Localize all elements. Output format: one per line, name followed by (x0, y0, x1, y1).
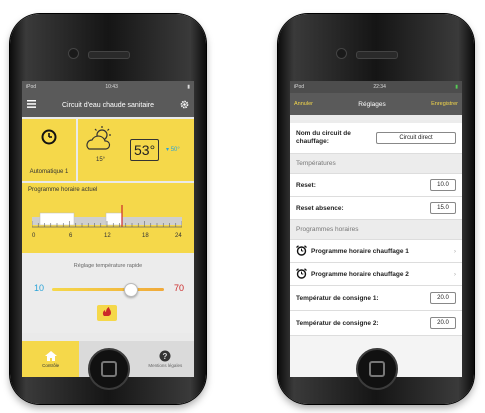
alarm-clock-icon (296, 244, 307, 258)
tick-label: 12 (104, 233, 111, 239)
battery-icon: ▮ (455, 84, 458, 90)
tab-label: Mentions légales (148, 363, 183, 368)
speaker (88, 51, 130, 59)
tab-legal[interactable]: ? Mentions légales (137, 341, 194, 377)
program-title: Programme horaire actuel (28, 187, 98, 193)
reset-row: Reset: 10.0 (290, 174, 462, 197)
rapid-title: Réglage température rapide (73, 263, 143, 269)
reset-label: Reset: (296, 181, 316, 189)
rapid-temperature-panel: Réglage température rapide 10 70 (22, 253, 194, 333)
program-panel[interactable]: Programme horaire actuel 0 6 12 18 24 (22, 183, 194, 253)
home-icon (44, 350, 58, 363)
temperatures-section: Températures (290, 154, 462, 174)
setpoint-2-label: Températur de consigne 2: (296, 319, 379, 327)
carrier-label: iPod (294, 84, 305, 90)
program-2-label: Programme horaire chauffage 2 (311, 270, 409, 278)
boost-button[interactable] (97, 305, 117, 321)
max-temperature: 70 (173, 283, 184, 293)
circuit-name-label: Nom du circuit de chauffage: (296, 130, 351, 145)
speaker (356, 51, 398, 59)
reset-field[interactable]: 10.0 (430, 179, 456, 191)
clock-label: 10:43 (105, 84, 118, 90)
clock-label: 22:34 (373, 84, 386, 90)
setpoint-2-row: Températur de consigne 2: 20.0 (290, 311, 462, 336)
reset-absence-label: Reset absence: (296, 204, 344, 212)
setpoint-1-field[interactable]: 20.0 (430, 292, 456, 304)
flame-icon (101, 304, 113, 322)
tick-label: 0 (32, 233, 36, 239)
circuit-name-field[interactable]: Circuit direct (376, 132, 456, 144)
status-bar: iPod 10:43 ▮ (22, 81, 194, 93)
camera (336, 48, 347, 59)
save-button[interactable]: Enregistrer (431, 101, 458, 107)
help-icon: ? (159, 350, 171, 363)
tick-label: 24 (175, 233, 182, 239)
sun-cloud-icon (84, 125, 118, 160)
tick-label: 6 (69, 233, 73, 239)
battery-icon: ▮ (187, 84, 190, 90)
setpoint-1-row: Températur de consigne 1: 20.0 (290, 286, 462, 311)
mode-label: Automatique 1 (29, 169, 69, 175)
reset-absence-row: Reset absence: 15.0 (290, 197, 462, 220)
gear-icon[interactable] (180, 100, 189, 111)
page-title: Circuit d'eau chaude sanitaire (61, 101, 154, 109)
status-bar: iPod 22:34 ▮ (290, 81, 462, 93)
outside-temperature: 15° (96, 157, 106, 163)
setpoint-temperature: ▾ 50° (166, 147, 180, 153)
screen-settings: iPod 22:34 ▮ Annuler Réglages Enregistre… (290, 81, 462, 377)
phone-left: iPod 10:43 ▮ Circuit d'eau chaude sanita… (10, 14, 206, 404)
min-temperature: 10 (34, 283, 45, 293)
setpoint-value: 50° (170, 147, 180, 153)
home-button[interactable] (88, 348, 130, 390)
phone-right: iPod 22:34 ▮ Annuler Réglages Enregistre… (278, 14, 474, 404)
program-timeline: 0 6 12 18 24 (32, 205, 182, 239)
carrier-label: iPod (26, 84, 37, 90)
screen-dhw: iPod 10:43 ▮ Circuit d'eau chaude sanita… (22, 81, 194, 377)
alarm-clock-icon (296, 267, 307, 281)
menu-icon[interactable] (27, 100, 36, 110)
app-header: Circuit d'eau chaude sanitaire (22, 93, 194, 117)
program-1-label: Programme horaire chauffage 1 (311, 247, 409, 255)
tick-label: 18 (142, 233, 149, 239)
slider-knob[interactable] (124, 283, 139, 297)
clock-icon (41, 129, 57, 150)
page-title: Réglages (358, 100, 386, 108)
program-2-row[interactable]: Programme horaire chauffage 2 › (290, 263, 462, 286)
temperature-slider[interactable] (52, 288, 164, 291)
setpoint-2-field[interactable]: 20.0 (430, 317, 456, 329)
nav-bar: Annuler Réglages Enregistrer (290, 93, 462, 115)
circuit-name-row: Nom du circuit de chauffage: Circuit dir… (290, 123, 462, 154)
svg-text:?: ? (163, 352, 168, 361)
chevron-right-icon: › (453, 247, 456, 255)
camera (68, 48, 79, 59)
cancel-button[interactable]: Annuler (294, 101, 313, 107)
program-1-row[interactable]: Programme horaire chauffage 1 › (290, 240, 462, 263)
setpoint-1-label: Températur de consigne 1: (296, 294, 379, 302)
tab-control[interactable]: Contrôle (22, 341, 80, 377)
mode-tile[interactable]: Automatique 1 (22, 119, 76, 181)
reset-absence-field[interactable]: 15.0 (430, 202, 456, 214)
tab-label: Contrôle (42, 363, 60, 368)
current-temperature: 53° (130, 139, 160, 161)
temperature-tile[interactable]: 15° 53° ▾ 50° (78, 119, 194, 181)
home-button[interactable] (356, 348, 398, 390)
programs-section: Programmes horaires (290, 220, 462, 240)
chevron-right-icon: › (453, 270, 456, 278)
